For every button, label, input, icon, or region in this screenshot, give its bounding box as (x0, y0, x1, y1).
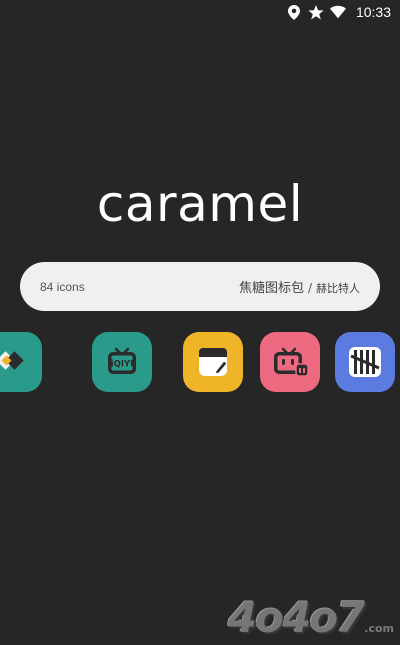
pack-author: 赫比特人 (316, 282, 360, 295)
notes-app-icon[interactable] (183, 332, 243, 392)
icon-count: 84 icons (40, 279, 85, 294)
location-icon (286, 4, 302, 20)
iqiyi-label: iQIYI (111, 360, 134, 370)
pack-credit: 焦糖图标包 / 赫比特人 (239, 277, 360, 296)
credit-separator: / (307, 281, 312, 295)
star-icon (308, 4, 324, 20)
pack-name: 焦糖图标包 (238, 281, 304, 296)
home-screen: 10:33 caramel 84 icons 焦糖图标包 / 赫比特人 iQIY… (0, 0, 400, 645)
tally-app-icon[interactable] (335, 332, 395, 392)
wifi-icon (329, 4, 346, 20)
pack-title: caramel (96, 175, 304, 233)
watermark-domain: .com (364, 622, 394, 635)
status-bar: 10:33 (286, 0, 400, 24)
bilibili-app-icon[interactable] (260, 332, 320, 392)
info-bar[interactable]: 84 icons 焦糖图标包 / 赫比特人 (20, 262, 380, 311)
status-time: 10:33 (355, 4, 391, 20)
teal-diamonds-app-icon[interactable] (0, 332, 42, 392)
watermark-main: 4o4o7 (227, 593, 365, 642)
iqiyi-app-icon[interactable]: iQIYI (92, 332, 152, 392)
watermark-logo: 4o4o7 .com (228, 597, 394, 639)
